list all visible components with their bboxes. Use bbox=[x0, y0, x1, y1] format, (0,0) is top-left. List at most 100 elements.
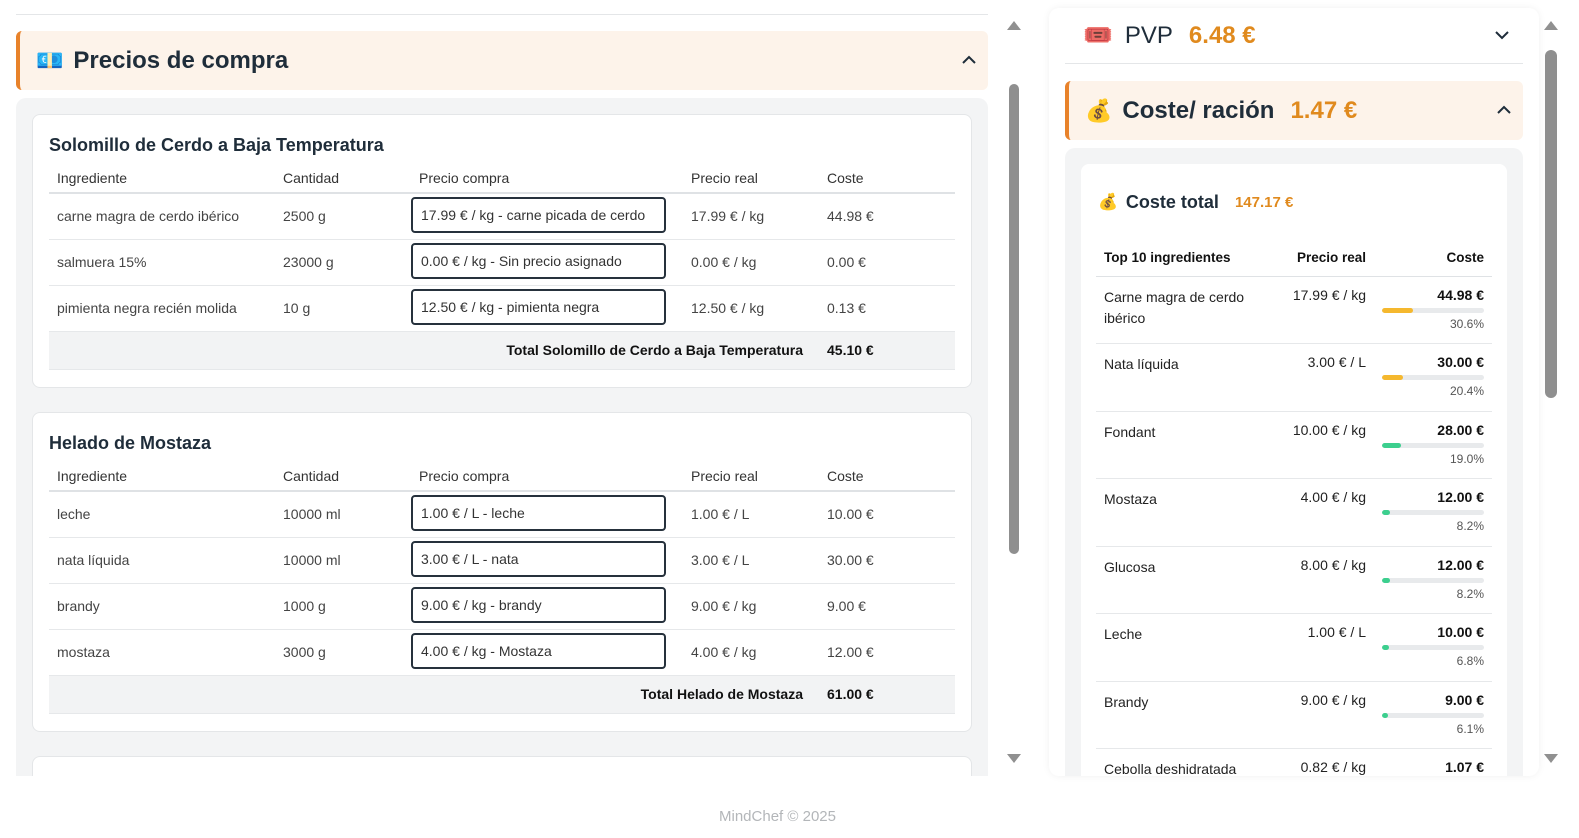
real-price: 9.00 € / kg bbox=[1256, 681, 1366, 749]
chevron-up-icon[interactable] bbox=[962, 53, 976, 67]
ingredient-name: Cebolla deshidratada bbox=[1096, 748, 1256, 776]
chevron-up-icon[interactable] bbox=[1497, 103, 1511, 117]
scroll-up-arrow[interactable] bbox=[1544, 21, 1558, 30]
column-header-real-price: Precio real bbox=[1256, 240, 1366, 277]
total-label: Total Helado de Mostaza bbox=[49, 675, 819, 714]
table-row: Brandy 9.00 € / kg 9.00 € 6.1% bbox=[1096, 681, 1492, 749]
scroll-down-arrow[interactable] bbox=[1007, 754, 1021, 763]
chevron-down-icon[interactable] bbox=[1495, 28, 1509, 42]
total-value: 45.10 € bbox=[819, 331, 955, 370]
real-price: 17.99 € / kg bbox=[1256, 276, 1366, 344]
ingredient-name: Nata líquida bbox=[1096, 343, 1256, 412]
table-row: nata líquida 10000 ml 3.00 € / L - nata … bbox=[49, 537, 955, 584]
real-price-cell: 17.99 € / kg bbox=[683, 193, 819, 240]
footer-copyright: MindChef © 2025 bbox=[719, 808, 836, 825]
share-percent: 8.2% bbox=[1456, 519, 1484, 533]
column-header-ingredient: Ingrediente bbox=[49, 163, 275, 194]
ingredient-cell: pimienta negra recién molida bbox=[49, 285, 275, 332]
cost-per-serving-value: 1.47 € bbox=[1290, 96, 1358, 124]
scrollbar-thumb[interactable] bbox=[1545, 50, 1557, 398]
table-row: brandy 1000 g 9.00 € / kg - brandy 9.00 … bbox=[49, 583, 955, 630]
total-row: Total Helado de Mostaza 61.00 € bbox=[49, 675, 955, 714]
share-bar bbox=[1382, 712, 1484, 718]
cost-total-label: Coste total bbox=[1125, 191, 1219, 212]
cost-value: 28.00 € bbox=[1437, 421, 1484, 438]
share-percent: 19.0% bbox=[1449, 451, 1484, 466]
share-bar-fill bbox=[1382, 645, 1389, 650]
money-bag-icon: 💰 bbox=[1098, 194, 1118, 211]
real-price-cell: 9.00 € / kg bbox=[683, 583, 819, 630]
cost-total-value: 147.17 € bbox=[1234, 193, 1294, 211]
real-price: 1.00 € / L bbox=[1256, 613, 1366, 682]
real-price: 8.00 € / kg bbox=[1256, 546, 1366, 614]
share-bar-fill bbox=[1382, 375, 1403, 380]
recipe-card: Helado de Mostaza Ingrediente Cantidad P… bbox=[32, 412, 972, 732]
scrollbar-thumb[interactable] bbox=[1009, 84, 1019, 554]
cost-total-card: 💰 Coste total 147.17 € Top 10 ingredient… bbox=[1081, 164, 1507, 776]
quantity-cell: 3000 g bbox=[275, 629, 411, 676]
column-header-purchase-price: Precio compra bbox=[411, 163, 683, 194]
divider bbox=[16, 14, 988, 15]
scroll-up-arrow[interactable] bbox=[1007, 21, 1021, 30]
share-bar-fill bbox=[1382, 712, 1389, 718]
cost-cell: 28.00 € 19.0% bbox=[1366, 411, 1492, 479]
cost-cell: 44.98 € 30.6% bbox=[1366, 276, 1492, 344]
real-price: 10.00 € / kg bbox=[1256, 411, 1366, 479]
ingredient-name: Carne magra de cerdo ibérico bbox=[1096, 276, 1256, 344]
cost-per-serving-body: 💰 Coste total 147.17 € Top 10 ingredient… bbox=[1065, 148, 1523, 776]
cost-cell: 0.00 € bbox=[819, 239, 955, 286]
purchase-price-select[interactable]: 4.00 € / kg - Mostaza bbox=[411, 632, 666, 669]
share-bar bbox=[1382, 577, 1484, 583]
recipe-table: Ingrediente Cantidad Precio compra Preci… bbox=[49, 163, 955, 370]
ticket-icon: 🎟️ bbox=[1083, 22, 1113, 49]
table-row: Cebolla deshidratada 0.82 € / kg 1.07 € bbox=[1096, 748, 1492, 776]
ingredient-cell: leche bbox=[49, 491, 275, 538]
table-row: mostaza 3000 g 4.00 € / kg - Mostaza 4.0… bbox=[49, 629, 955, 676]
table-row: pimienta negra recién molida 10 g 12.50 … bbox=[49, 285, 955, 332]
share-bar bbox=[1382, 307, 1484, 313]
share-bar bbox=[1382, 442, 1484, 448]
purchase-price-select[interactable]: 12.50 € / kg - pimienta negra bbox=[411, 288, 666, 325]
purchase-price-select[interactable]: 3.00 € / L - nata bbox=[411, 540, 666, 577]
quantity-cell: 23000 g bbox=[275, 239, 411, 286]
cost-cell: 1.07 € bbox=[1366, 748, 1492, 776]
cost-value: 30.00 € bbox=[1437, 354, 1484, 370]
cost-per-serving-header[interactable]: 💰 Coste/ ración 1.47 € bbox=[1065, 81, 1523, 140]
purchase-price-select[interactable]: 9.00 € / kg - brandy bbox=[411, 586, 666, 623]
purchase-prices-header[interactable]: 💶 Precios de compra bbox=[16, 31, 988, 90]
cost-value: 1.07 € bbox=[1445, 759, 1484, 775]
table-row: salmuera 15% 23000 g 0.00 € / kg - Sin p… bbox=[49, 239, 955, 286]
ingredient-name: Mostaza bbox=[1096, 478, 1256, 547]
recipe-table: Ingrediente Cantidad Precio compra Preci… bbox=[49, 461, 955, 714]
ingredient-cell: nata líquida bbox=[49, 537, 275, 584]
ingredient-cell: carne magra de cerdo ibérico bbox=[49, 193, 275, 240]
cost-value: 12.00 € bbox=[1437, 489, 1484, 505]
real-price: 3.00 € / L bbox=[1256, 343, 1366, 412]
purchase-prices-pane: 💶 Precios de compra Solomillo de Cerdo a… bbox=[0, 0, 1003, 776]
ingredient-cell: mostaza bbox=[49, 629, 275, 676]
quantity-cell: 10 g bbox=[275, 285, 411, 332]
real-price-cell: 4.00 € / kg bbox=[683, 629, 819, 676]
cost-cell: 30.00 € 20.4% bbox=[1366, 343, 1492, 412]
share-bar bbox=[1382, 375, 1484, 380]
column-header-ingredient: Ingrediente bbox=[49, 461, 275, 492]
share-percent: 6.8% bbox=[1456, 654, 1484, 668]
share-bar bbox=[1382, 645, 1484, 650]
purchase-prices-body: Solomillo de Cerdo a Baja Temperatura In… bbox=[16, 98, 988, 776]
table-row: Mostaza 4.00 € / kg 12.00 € 8.2% bbox=[1096, 478, 1492, 547]
table-row: Nata líquida 3.00 € / L 30.00 € 20.4% bbox=[1096, 343, 1492, 412]
pvp-header[interactable]: 🎟️ PVP 6.48 € bbox=[1065, 8, 1523, 64]
real-price-cell: 12.50 € / kg bbox=[683, 285, 819, 332]
cost-cell: 9.00 € bbox=[819, 583, 955, 630]
purchase-price-select[interactable]: 0.00 € / kg - Sin precio asignado bbox=[411, 242, 666, 279]
scroll-down-arrow[interactable] bbox=[1544, 754, 1558, 763]
recipe-title: Solomillo de Cerdo a Baja Temperatura bbox=[49, 135, 384, 155]
purchase-price-select[interactable]: 1.00 € / L - leche bbox=[411, 494, 666, 531]
purchase-price-select[interactable]: 17.99 € / kg - carne picada de cerdo bbox=[411, 196, 666, 233]
cost-cell: 44.98 € bbox=[819, 193, 955, 240]
cost-summary-pane: 🎟️ PVP 6.48 € 💰 Coste/ ración 1.47 € 💰 C… bbox=[1049, 8, 1539, 776]
ingredient-name: Fondant bbox=[1096, 411, 1256, 479]
column-header-real-price: Precio real bbox=[683, 461, 819, 492]
top-ingredients-table: Top 10 ingredientes Precio real Coste Ca… bbox=[1096, 240, 1492, 776]
share-bar-fill bbox=[1382, 442, 1402, 448]
